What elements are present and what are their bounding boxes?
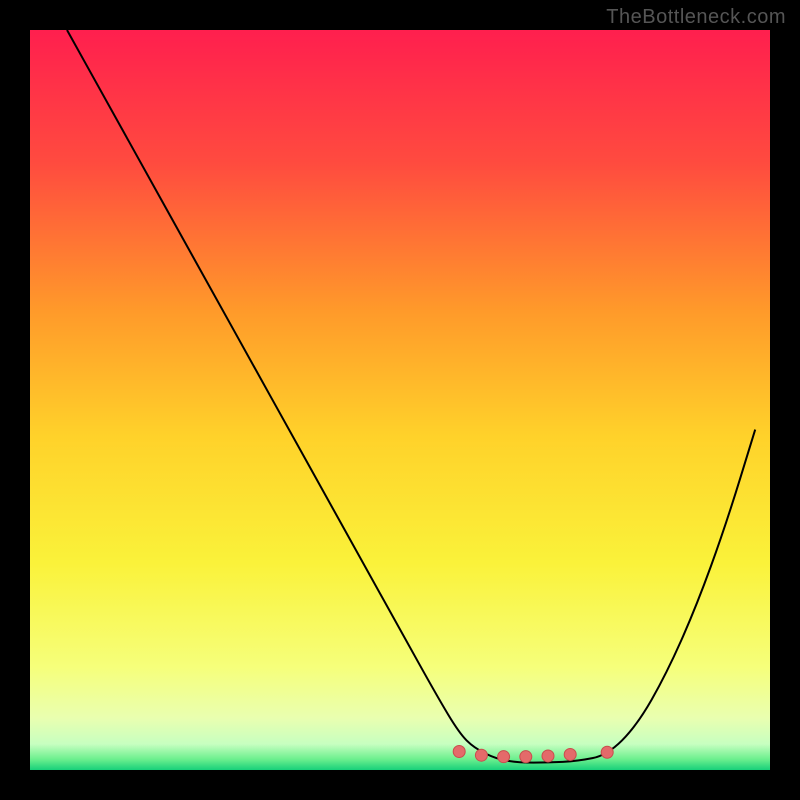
optimal-marker xyxy=(601,746,613,758)
bottleneck-chart xyxy=(30,30,770,770)
optimal-marker xyxy=(542,750,554,762)
gradient-background xyxy=(30,30,770,770)
optimal-marker xyxy=(475,749,487,761)
optimal-marker xyxy=(453,746,465,758)
attribution-text: TheBottleneck.com xyxy=(606,6,786,29)
optimal-marker xyxy=(498,751,510,763)
chart-frame: TheBottleneck.com xyxy=(0,0,800,800)
optimal-marker xyxy=(520,751,532,763)
optimal-marker xyxy=(564,748,576,760)
